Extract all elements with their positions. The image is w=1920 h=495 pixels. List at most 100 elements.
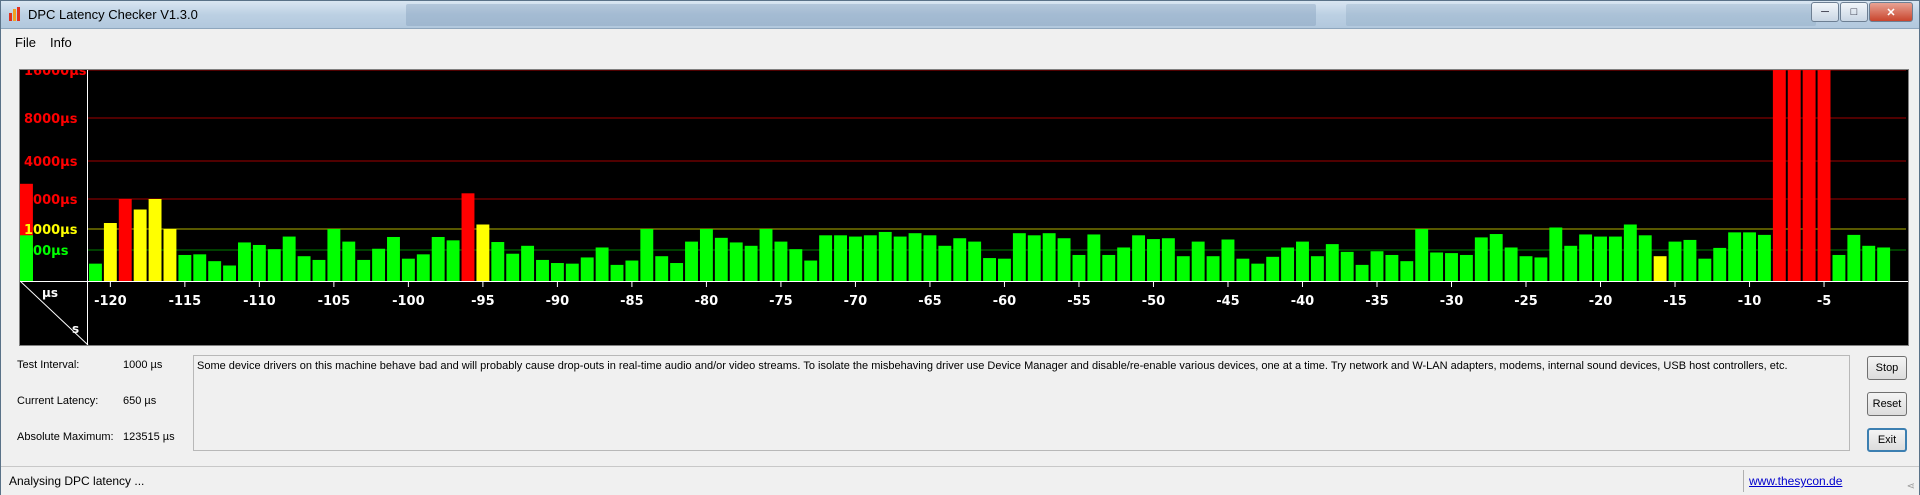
y-tick-label: 1000µs [24,223,78,238]
latency-bar [1772,70,1786,281]
diagnostic-message: Some device drivers on this machine beha… [193,355,1850,451]
latency-bar [1415,229,1429,281]
latency-bar [387,236,400,281]
latency-bar [1877,247,1891,281]
latency-bar [461,193,475,281]
latency-bar [953,238,967,281]
x-tick-label: -70 [844,294,868,309]
x-tick-label: -115 [169,294,202,309]
latency-bar [1802,70,1816,281]
latency-bar [1743,232,1756,281]
status-text: Analysing DPC latency ... [9,474,145,488]
latency-bar [1668,241,1682,281]
latency-bar [521,245,535,281]
latency-bar [550,263,564,281]
latency-bar [983,258,996,281]
close-button[interactable]: ✕ [1869,2,1913,22]
test-interval-label: Test Interval: [17,359,80,371]
x-tick-label: -120 [94,294,127,309]
latency-bar [327,229,341,281]
latency-bar [1206,256,1220,281]
latency-bar [1132,235,1146,281]
latency-bar [1445,253,1458,281]
latency-bar [267,249,281,281]
latency-bar [1430,252,1444,281]
menu-info[interactable]: Info [50,35,72,50]
latency-bar [1221,239,1235,281]
exit-button[interactable]: Exit [1867,428,1907,452]
latency-bar [1325,244,1339,281]
x-tick-label: -40 [1291,294,1315,309]
latency-bar [1474,237,1488,281]
x-tick-label: -105 [318,294,351,309]
latency-bar [968,241,982,281]
x-tick-label: -10 [1738,294,1762,309]
menu-file[interactable]: File [15,35,36,50]
minimize-button[interactable]: ─ [1811,2,1839,22]
latency-bar [878,231,892,281]
latency-bar [714,237,728,281]
latency-bar [1370,251,1384,281]
x-tick-label: -75 [769,294,793,309]
latency-bar [1176,256,1190,281]
latency-bar [819,235,833,281]
window-controls: ─ □ ✕ [1810,2,1913,22]
latency-bar [908,233,922,281]
x-tick-label: -110 [243,294,276,309]
latency-bar [1191,241,1205,281]
latency-bar [1147,239,1160,281]
latency-bar [1683,239,1697,281]
latency-bar [89,263,102,281]
maximize-button[interactable]: □ [1840,2,1868,22]
title-bar[interactable]: DPC Latency Checker V1.3.0 ─ □ ✕ [1,1,1919,29]
menu-bar: File Info [1,29,1919,55]
y-tick-label: 4000µs [24,155,78,170]
latency-bar [1340,251,1354,281]
x-tick-label: -60 [993,294,1017,309]
latency-bar [416,254,430,281]
latency-bar [1057,238,1071,281]
current-latency-value: 650 µs [123,395,157,407]
latency-bar [1027,235,1041,281]
latency-bar [759,229,773,281]
latency-bar [1310,256,1324,281]
close-icon: ✕ [1886,6,1896,19]
status-separator [1743,470,1744,492]
latency-bar [893,236,907,281]
latency-bar [372,248,386,281]
latency-bar [1653,256,1667,281]
y-tick-label: 8000µs [24,112,78,127]
y-tick-label: 500µs [24,244,69,259]
reset-button[interactable]: Reset [1867,392,1907,416]
resize-grip-icon[interactable]: ⋖ [1907,481,1915,492]
latency-bar [1102,254,1116,281]
latency-bar [1251,263,1265,281]
latency-bar [744,245,758,281]
latency-bar [685,241,698,281]
latency-bar [729,242,743,281]
latency-bar [163,229,177,281]
latency-chart-svg: 16000µs 8000µs 4000µs 2000µs 1000µs 500µs µs s -… [20,70,1908,345]
latency-bar [1385,254,1399,281]
latency-bar [1698,258,1712,281]
stop-button[interactable]: Stop [1867,356,1907,380]
website-link[interactable]: www.thesycon.de [1749,474,1842,488]
latency-bar [834,235,847,281]
latency-bar [312,259,326,281]
latency-bar [1072,254,1086,281]
background-window-title-2 [1346,4,1816,26]
x-tick-label: -95 [471,294,495,309]
x-tick-label: -80 [695,294,719,309]
latency-bar [625,260,639,281]
latency-bar [640,229,654,281]
x-tick-label: -65 [918,294,942,309]
latency-bar [1519,256,1533,281]
background-window-title [406,4,1316,26]
latency-bar [1534,257,1548,281]
app-icon [9,7,23,21]
latency-bar [1504,247,1518,281]
minimize-icon: ─ [1821,6,1829,18]
maximize-icon: □ [1850,6,1858,18]
latency-bar [565,263,579,281]
x-tick-label: -5 [1817,294,1831,309]
